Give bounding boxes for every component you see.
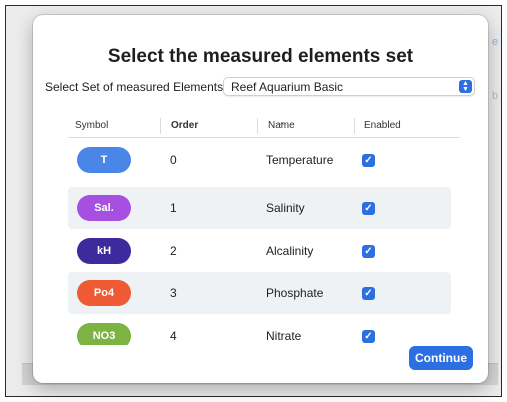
select-elements-dialog: Select the measured elements set Select … (33, 15, 488, 383)
elements-table[interactable]: T 0 Temperature ✓ Sal. 1 Salinity ✓ kH 2… (33, 139, 488, 345)
symbol-badge: Po4 (77, 280, 131, 306)
chevron-up-down-icon[interactable]: ▲ ▼ (459, 80, 472, 93)
column-divider (160, 118, 161, 134)
dialog-title: Select the measured elements set (107, 46, 414, 67)
order-cell: 1 (170, 201, 177, 215)
column-header-enabled[interactable]: Enabled (364, 120, 401, 131)
table-row[interactable]: Po4 3 Phosphate ✓ (68, 272, 451, 314)
symbol-badge: NO3 (77, 323, 131, 345)
enabled-checkbox[interactable]: ✓ (362, 202, 375, 215)
symbol-badge: Sal. (77, 195, 131, 221)
table-row[interactable]: NO3 4 Nitrate ✓ (68, 315, 451, 345)
table-header: Symbol Order ^ Name Enabled (68, 116, 460, 138)
name-cell: Alcalinity (266, 244, 314, 258)
column-divider (257, 118, 258, 134)
enabled-checkbox[interactable]: ✓ (362, 287, 375, 300)
continue-button[interactable]: Continue (409, 346, 473, 370)
background-link-fragment: e (492, 36, 499, 48)
name-cell: Nitrate (266, 329, 302, 343)
order-cell: 0 (170, 153, 177, 167)
order-cell: 2 (170, 244, 177, 258)
order-cell: 4 (170, 329, 177, 343)
set-select-label: Select Set of measured Elements (45, 80, 224, 94)
element-set-select-value: Reef Aquarium Basic (231, 80, 344, 94)
background-text-fragment: b (492, 90, 499, 102)
symbol-badge: kH (77, 238, 131, 264)
order-cell: 3 (170, 286, 177, 300)
name-cell: Temperature (266, 153, 334, 167)
element-set-select[interactable]: Reef Aquarium Basic ▲ ▼ (223, 77, 475, 96)
symbol-badge: T (77, 147, 131, 173)
enabled-checkbox[interactable]: ✓ (362, 245, 375, 258)
column-header-name[interactable]: Name (268, 120, 295, 131)
column-divider (354, 118, 355, 134)
table-row[interactable]: T 0 Temperature ✓ (68, 139, 451, 181)
name-cell: Salinity (266, 201, 305, 215)
column-header-symbol[interactable]: Symbol (75, 120, 108, 131)
name-cell: Phosphate (266, 286, 324, 300)
column-header-order[interactable]: Order (171, 120, 198, 131)
enabled-checkbox[interactable]: ✓ (362, 154, 375, 167)
table-row[interactable]: kH 2 Alcalinity ✓ (68, 230, 451, 272)
enabled-checkbox[interactable]: ✓ (362, 330, 375, 343)
table-row[interactable]: Sal. 1 Salinity ✓ (68, 187, 451, 229)
